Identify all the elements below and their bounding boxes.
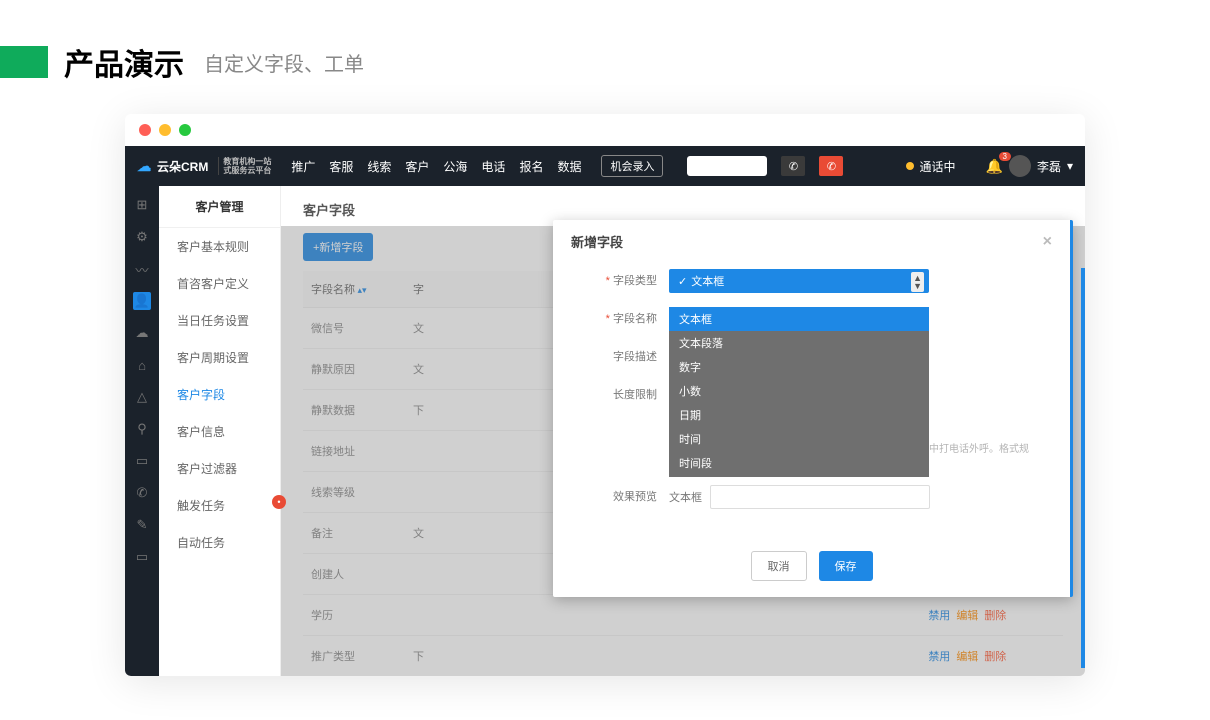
top-nav: 推广 客服 线索 客户 公海 电话 报名 数据	[291, 158, 581, 175]
topbar: ☁ 云朵CRM 教育机构一站式服务云平台 推广 客服 线索 客户 公海 电话 报…	[125, 146, 1085, 186]
label-field-desc: 字段描述	[583, 345, 669, 369]
dropdown-option[interactable]: 时间段	[669, 451, 929, 475]
status-dot-icon	[906, 162, 914, 170]
call-hangup-icon[interactable]: ✆	[819, 156, 843, 176]
nav-item[interactable]: 客服	[329, 158, 353, 175]
main-panel: 客户字段 +新增字段 输入字段名称 搜索 字段名称 字 操作 微信号文禁用编辑静…	[281, 186, 1085, 676]
dropdown-option[interactable]: 日期	[669, 403, 929, 427]
iconbar-item[interactable]: ⚙	[133, 228, 151, 246]
modal-footer: 取消 保存	[553, 541, 1070, 597]
stepper-arrows-icon: ▲▼	[911, 272, 924, 292]
brand-tagline: 教育机构一站式服务云平台	[218, 157, 271, 175]
dropdown-option[interactable]: 时间	[669, 427, 929, 451]
modal-title: 新增字段	[571, 232, 623, 251]
call-status: 通话中	[906, 158, 956, 175]
nav-item[interactable]: 数据	[557, 158, 581, 175]
cancel-button[interactable]: 取消	[751, 551, 807, 581]
nav-item[interactable]: 客户	[405, 158, 429, 175]
app-body: ⊞ ⚙ 〰 👤 ☁ ⌂ △ ⚲ ▭ ✆ ✎ ▭ 客户管理 客户基本规则 首咨客户…	[125, 186, 1085, 676]
field-type-select[interactable]: ✓ 文本框 ▲▼	[669, 269, 929, 293]
slide-subtitle: 自定义字段、工单	[204, 48, 364, 77]
window-min-dot[interactable]	[159, 124, 171, 136]
sidemenu-item[interactable]: 客户信息	[159, 413, 280, 450]
iconbar-item[interactable]: ▭	[133, 452, 151, 470]
cloud-icon: ☁	[137, 158, 151, 175]
modal-form: 字段类型 ✓ 文本框 ▲▼ 文本框文本段落数字小数日期时间时间段日期时间长时间段…	[553, 263, 1070, 541]
sidemenu-item-active[interactable]: 客户字段	[159, 376, 280, 413]
nav-item[interactable]: 报名	[519, 158, 543, 175]
sidemenu-item[interactable]: 客户基本规则	[159, 228, 280, 265]
label-field-name: 字段名称	[583, 307, 669, 331]
iconbar-item[interactable]: ✎	[133, 516, 151, 534]
field-type-dropdown: 文本框文本段落数字小数日期时间时间段日期时间长时间段单选框复选框下拉菜单级联菜单…	[669, 307, 929, 477]
iconbar-item[interactable]: ⌂	[133, 356, 151, 374]
nav-item[interactable]: 推广	[291, 158, 315, 175]
avatar[interactable]	[1009, 155, 1031, 177]
add-field-modal: 新增字段 × 字段类型 ✓ 文本框 ▲▼ 文本框	[553, 220, 1073, 597]
window-max-dot[interactable]	[179, 124, 191, 136]
iconbar: ⊞ ⚙ 〰 👤 ☁ ⌂ △ ⚲ ▭ ✆ ✎ ▭	[125, 186, 159, 676]
sidemenu-item[interactable]: 客户过滤器	[159, 450, 280, 487]
nav-item[interactable]: 电话	[481, 158, 505, 175]
brand-logo[interactable]: ☁ 云朵CRM 教育机构一站式服务云平台	[137, 157, 271, 175]
bell-icon[interactable]: 🔔3	[986, 158, 1003, 175]
sidemenu-title: 客户管理	[159, 186, 280, 228]
iconbar-item-active[interactable]: 👤	[133, 292, 151, 310]
sidemenu-item[interactable]: 自动任务	[159, 524, 280, 561]
sidemenu-item[interactable]: 当日任务设置	[159, 302, 280, 339]
slide-header: 产品演示 自定义字段、工单	[0, 0, 1210, 84]
status-text: 通话中	[920, 158, 956, 175]
call-answer-icon[interactable]: ✆	[781, 156, 805, 176]
chevron-down-icon: ▾	[1067, 159, 1073, 173]
close-icon[interactable]: ×	[1043, 233, 1052, 251]
sidemenu-item[interactable]: 触发任务•	[159, 487, 280, 524]
nav-item[interactable]: 公海	[443, 158, 467, 175]
dropdown-option[interactable]: 文本段落	[669, 331, 929, 355]
modal-header: 新增字段 ×	[553, 220, 1070, 263]
iconbar-item[interactable]: ☁	[133, 324, 151, 342]
save-button[interactable]: 保存	[819, 551, 873, 581]
window-titlebar	[125, 114, 1085, 146]
preview-type: 文本框	[669, 489, 702, 505]
label-field-type: 字段类型	[583, 269, 669, 293]
iconbar-item[interactable]: 〰	[133, 260, 151, 278]
user-name: 李磊	[1037, 158, 1061, 175]
dropdown-option[interactable]: 数字	[669, 355, 929, 379]
label-preview: 效果预览	[583, 485, 669, 509]
accent-block	[0, 46, 48, 78]
window-close-dot[interactable]	[139, 124, 151, 136]
iconbar-item[interactable]: ⚲	[133, 420, 151, 438]
iconbar-item[interactable]: ⊞	[133, 196, 151, 214]
brand-name: 云朵CRM	[157, 158, 208, 175]
label-length-limit: 长度限制	[583, 383, 669, 407]
iconbar-item[interactable]: ▭	[133, 548, 151, 566]
right-edge-accent	[1081, 268, 1085, 668]
dropdown-option[interactable]: 文本框	[669, 307, 929, 331]
sidemenu-item[interactable]: 客户周期设置	[159, 339, 280, 376]
check-icon: ✓	[678, 275, 687, 288]
side-alert-badge: •	[272, 495, 286, 509]
notification-badge: 3	[999, 152, 1011, 161]
record-opportunity-button[interactable]: 机会录入	[601, 155, 663, 177]
user-area[interactable]: 🔔3 李磊 ▾	[986, 155, 1073, 177]
page-title: 客户字段	[303, 200, 1063, 219]
iconbar-item[interactable]: △	[133, 388, 151, 406]
app-window: ☁ 云朵CRM 教育机构一站式服务云平台 推广 客服 线索 客户 公海 电话 报…	[125, 114, 1085, 676]
dropdown-option[interactable]: 日期时间	[669, 475, 929, 477]
selected-type: 文本框	[691, 273, 724, 289]
sidemenu-item[interactable]: 首咨客户定义	[159, 265, 280, 302]
top-search-input[interactable]	[687, 156, 767, 176]
iconbar-item[interactable]: ✆	[133, 484, 151, 502]
slide-title: 产品演示	[64, 40, 184, 84]
dropdown-option[interactable]: 小数	[669, 379, 929, 403]
preview-input[interactable]	[710, 485, 930, 509]
sidemenu: 客户管理 客户基本规则 首咨客户定义 当日任务设置 客户周期设置 客户字段 客户…	[159, 186, 281, 676]
nav-item[interactable]: 线索	[367, 158, 391, 175]
